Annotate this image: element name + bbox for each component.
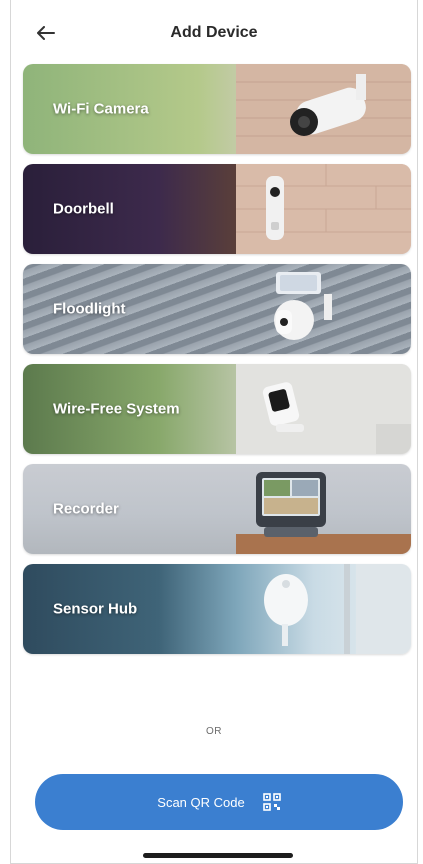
device-label: Floodlight — [53, 300, 126, 318]
header: Add Device — [11, 14, 417, 54]
device-label: Wire-Free System — [53, 400, 180, 418]
wire-free-camera-image — [236, 364, 411, 454]
qr-code-icon — [262, 793, 281, 811]
home-indicator[interactable] — [143, 853, 293, 858]
device-card-recorder[interactable]: Recorder — [23, 464, 411, 554]
doorbell-image — [236, 164, 411, 254]
device-label: Recorder — [53, 500, 119, 518]
device-card-sensor-hub[interactable]: Sensor Hub — [23, 564, 411, 654]
scan-qr-code-button[interactable]: Scan QR Code — [35, 774, 403, 830]
device-label: Wi-Fi Camera — [53, 100, 149, 118]
page-title: Add Device — [170, 24, 258, 41]
or-separator: OR — [206, 726, 222, 737]
device-label: Sensor Hub — [53, 600, 138, 618]
device-card-floodlight[interactable]: Floodlight — [23, 264, 411, 354]
device-card-wifi-camera[interactable]: Wi-Fi Camera — [23, 64, 411, 154]
device-card-doorbell[interactable]: Doorbell — [23, 164, 411, 254]
scan-qr-code-label: Scan QR Code — [157, 794, 245, 810]
sensor-hub-image — [264, 564, 411, 654]
device-list: Wi-Fi Camera Doorbell Floodlight Wire-Fr… — [23, 64, 411, 664]
floodlight-image — [274, 272, 332, 340]
app-screen: Add Device Wi-Fi Camera Doorbell Floodli… — [10, 0, 418, 864]
recorder-image — [236, 472, 411, 554]
wifi-camera-image — [236, 64, 411, 154]
device-label: Doorbell — [53, 200, 114, 218]
device-card-wire-free-system[interactable]: Wire-Free System — [23, 364, 411, 454]
